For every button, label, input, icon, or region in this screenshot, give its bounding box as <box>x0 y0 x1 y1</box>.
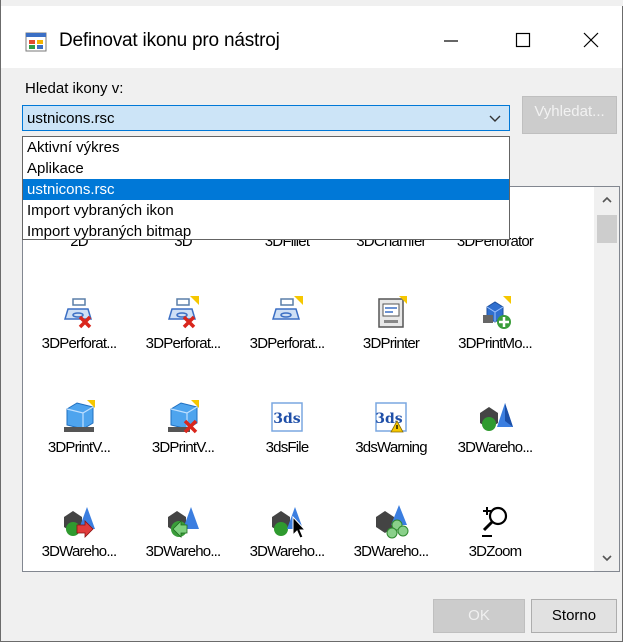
close-button[interactable] <box>559 12 622 68</box>
combo-option-application[interactable]: Aplikace <box>23 158 509 179</box>
icon-item[interactable]: 3DZoom <box>443 503 547 571</box>
icon-label: 3DPerforat... <box>41 335 117 352</box>
maximize-icon <box>515 32 531 48</box>
icon-label: 3DPrinter <box>362 335 420 352</box>
3d-printer-icon <box>378 296 407 328</box>
search-button[interactable]: Vyhledat... <box>522 96 617 134</box>
3ds-warning-icon: 3ds <box>375 402 407 433</box>
icon-label: 3DPerforat... <box>249 335 325 352</box>
icon-item[interactable]: 3DWareho... <box>27 503 131 571</box>
scroll-up-button[interactable] <box>594 187 619 213</box>
dialog-window: Definovat ikonu pro nástroj Hledat ikony… <box>0 0 623 642</box>
3d-warehouse-components-icon <box>376 505 409 539</box>
combo-dropdown-list: Aktivní výkres Aplikace ustnicons.rsc Im… <box>22 136 510 240</box>
scroll-down-button[interactable] <box>594 545 619 571</box>
chevron-down-icon <box>602 555 612 562</box>
icon-item[interactable]: 3DPrintMo... <box>443 295 547 395</box>
close-icon <box>583 32 598 48</box>
icon-list-panel: 2D 3D 3DFillet 3DChamfer 3DPerforator 3D… <box>22 186 620 572</box>
icon-item[interactable]: 3DPerforat... <box>27 295 131 395</box>
chevron-down-icon[interactable] <box>487 110 503 126</box>
icon-label: 3DWareho... <box>145 543 222 560</box>
ok-button[interactable]: OK <box>433 599 525 633</box>
3d-print-model-add-icon <box>483 296 511 329</box>
3d-print-volume-new-icon <box>64 400 95 432</box>
3d-warehouse-cursor-icon <box>272 507 305 539</box>
chevron-up-icon <box>602 196 612 203</box>
3d-print-volume-delete-icon <box>168 400 199 434</box>
3d-perforator-new-delete-icon <box>167 296 199 329</box>
search-in-label: Hledat ikony v: <box>25 80 124 97</box>
icon-label: 3DZoom <box>468 543 523 560</box>
icon-grid: 2D 3D 3DFillet 3DChamfer 3DPerforator 3D… <box>23 187 593 571</box>
icon-label: 3DPrintV... <box>151 439 215 456</box>
icon-item[interactable]: 3DWareho... <box>131 503 235 571</box>
3d-warehouse-export-icon <box>64 507 95 538</box>
vertical-scrollbar[interactable] <box>594 187 619 571</box>
combo-option-active-drawing[interactable]: Aktivní výkres <box>23 137 509 158</box>
icon-label: 3DPerforat... <box>145 335 221 352</box>
icon-item[interactable]: 3ds 3dsFile <box>235 399 339 499</box>
icon-label: 3DWareho... <box>249 543 326 560</box>
combo-option-ustnicons[interactable]: ustnicons.rsc <box>23 179 509 200</box>
icon-item[interactable]: 3ds 3dsWarning <box>339 399 443 499</box>
cancel-button[interactable]: Storno <box>531 599 617 633</box>
3ds-file-icon: 3ds <box>271 402 303 432</box>
icon-label: 3dsWarning <box>355 439 427 456</box>
combo-option-import-bitmaps[interactable]: Import vybraných bitmap <box>23 221 509 242</box>
icon-label: 3DPrintV... <box>47 439 111 456</box>
icon-item[interactable]: 3DPerforat... <box>131 295 235 395</box>
3d-warehouse-icon <box>480 403 513 431</box>
icon-label: 3DWareho... <box>457 439 534 456</box>
icon-item[interactable]: 3DWareho... <box>443 399 547 499</box>
app-icon <box>25 32 47 52</box>
icon-item[interactable]: 3DPerforat... <box>235 295 339 395</box>
scroll-thumb[interactable] <box>597 215 617 243</box>
icon-label: 3dsFile <box>265 439 310 456</box>
icon-item[interactable]: 3DWareho... <box>339 503 443 571</box>
minimize-button[interactable] <box>415 12 487 68</box>
icon-label: 3DPrintMo... <box>458 335 533 352</box>
source-combobox[interactable]: ustnicons.rsc <box>22 105 510 131</box>
3d-warehouse-import-icon <box>168 507 199 538</box>
icon-label: 3DWareho... <box>353 543 430 560</box>
title-bar[interactable]: Definovat ikonu pro nástroj <box>1 6 622 68</box>
icon-label: 3DWareho... <box>41 543 118 560</box>
combo-selected-value: ustnicons.rsc <box>27 110 115 127</box>
icon-item[interactable]: 3DPrintV... <box>131 399 235 499</box>
3d-zoom-icon <box>482 506 508 537</box>
3d-perforator-new-icon <box>271 296 303 320</box>
maximize-button[interactable] <box>487 12 559 68</box>
3d-perforator-delete-icon <box>63 298 93 329</box>
icon-item[interactable]: 3DPrintV... <box>27 399 131 499</box>
minimize-icon <box>444 40 458 42</box>
combo-option-import-icons[interactable]: Import vybraných ikon <box>23 200 509 221</box>
window-title: Definovat ikonu pro nástroj <box>59 30 280 51</box>
icon-item[interactable]: 3DPrinter <box>339 295 443 395</box>
icon-item[interactable]: 3DWareho... <box>235 503 339 571</box>
svg-text:3ds: 3ds <box>273 411 301 427</box>
